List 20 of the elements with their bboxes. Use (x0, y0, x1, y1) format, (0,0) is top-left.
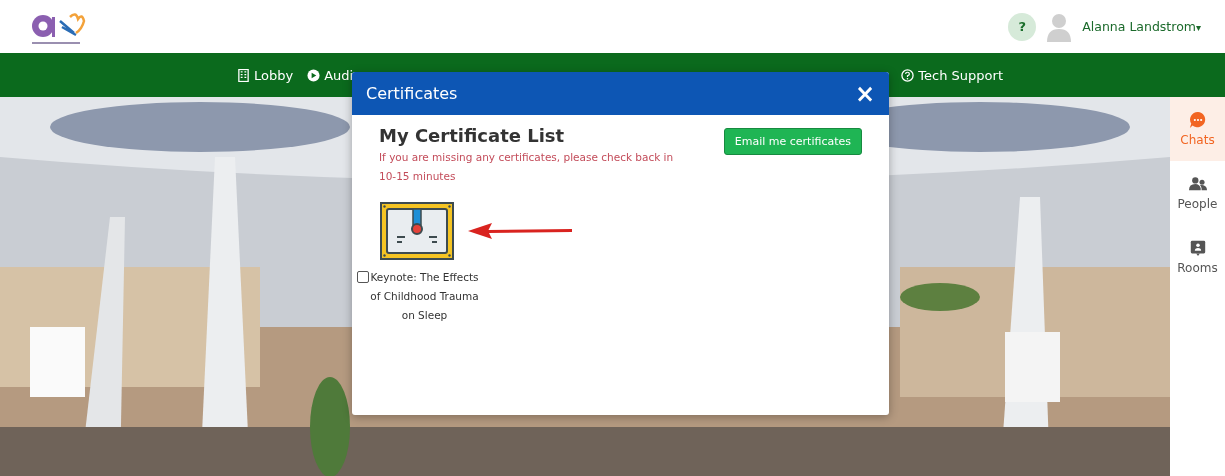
close-button[interactable]: × (854, 81, 875, 106)
nav-link[interactable]: Audi (307, 67, 354, 83)
play-icon (307, 68, 321, 82)
list-heading: My Certificate List (379, 125, 566, 146)
nav-link[interactable]: Lobby (237, 67, 294, 83)
certificate-icon[interactable] (380, 202, 454, 260)
arrow-icon (468, 223, 572, 239)
nav-link[interactable]: Tech Support (901, 67, 1003, 83)
avatar-icon (1046, 11, 1073, 42)
rooms-icon (1188, 239, 1207, 257)
help-button[interactable]: ? (1008, 12, 1037, 41)
notice-text: If you are missing any certificates, please check back in 10-15 minutes (379, 150, 675, 184)
dialog-title: Certificates (366, 84, 458, 103)
checkbox[interactable] (357, 271, 369, 283)
help-icon (901, 68, 915, 82)
people-icon (1188, 175, 1207, 193)
certificate-title: Keynote: The Effects of Childhood Trauma on Sleep (370, 270, 479, 323)
user-menu[interactable]: Alanna Landstrom▾ (1082, 19, 1201, 34)
building-icon (237, 68, 250, 82)
chat-icon (1188, 111, 1207, 129)
